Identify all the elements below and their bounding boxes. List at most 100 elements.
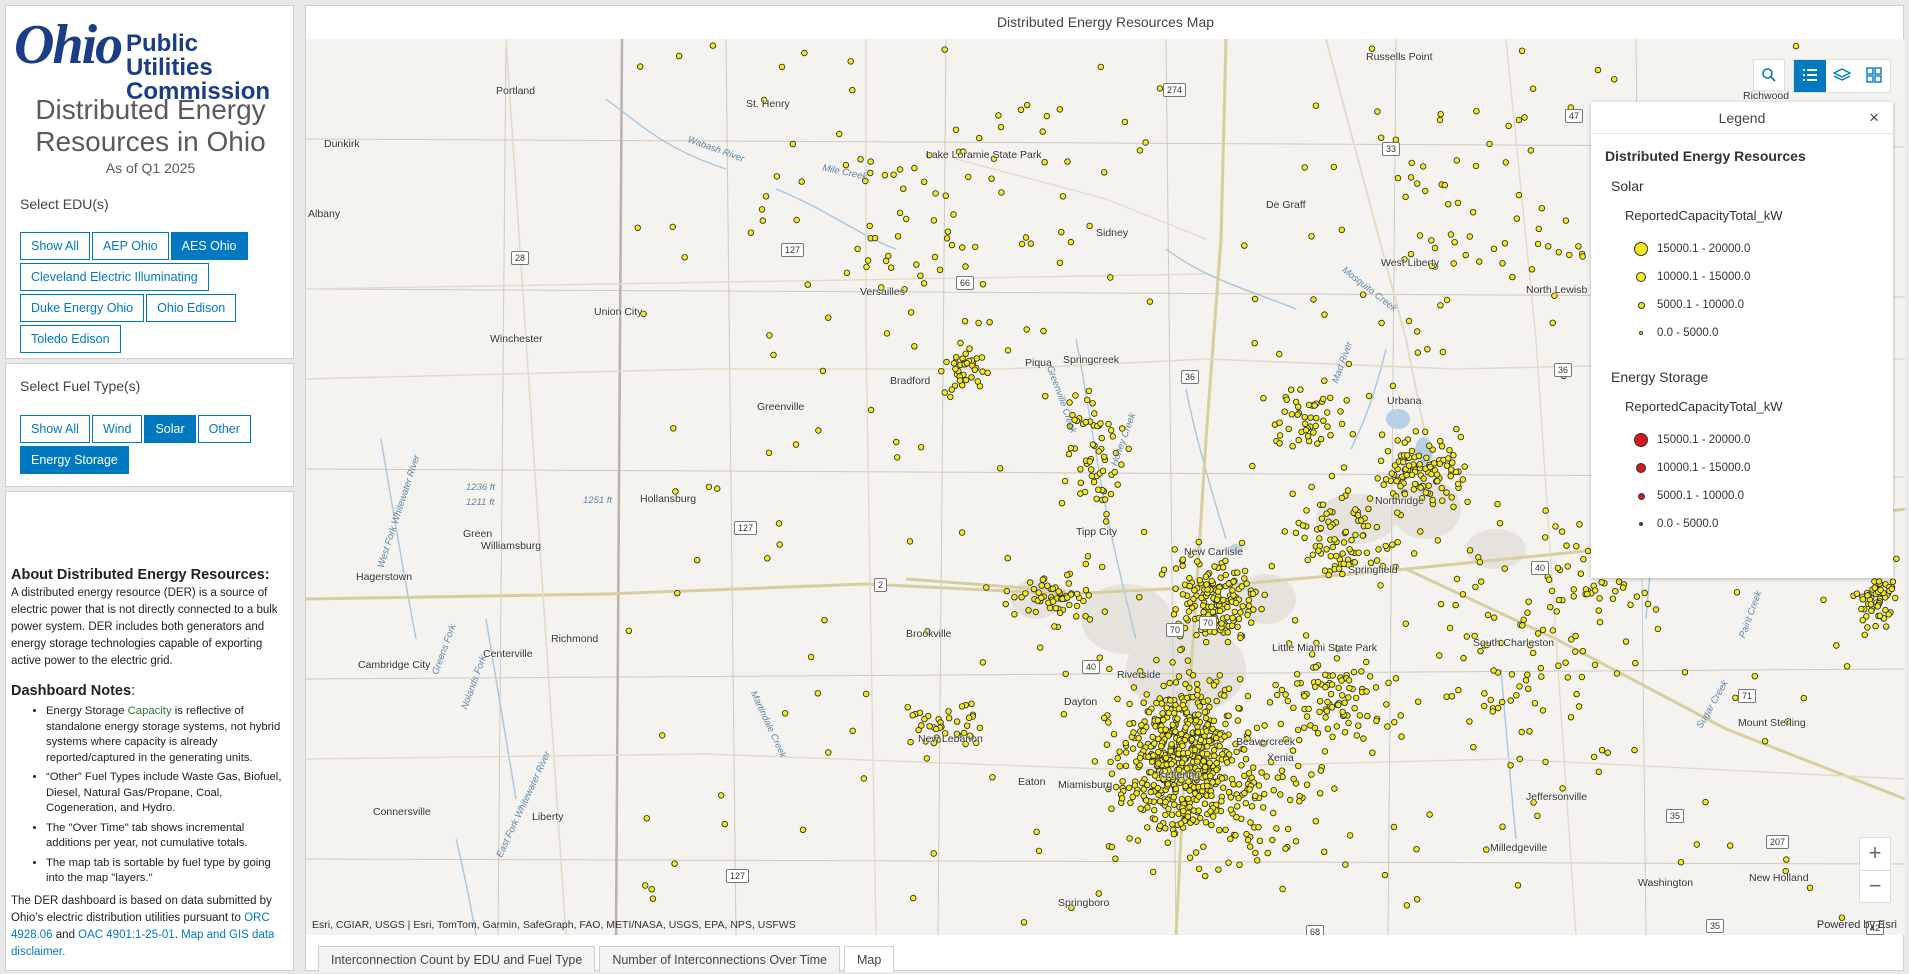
- layers-icon[interactable]: [1826, 60, 1858, 92]
- der-point: [1195, 807, 1202, 814]
- tab-map[interactable]: Map: [844, 946, 895, 972]
- der-point: [1242, 756, 1250, 763]
- der-point: [881, 171, 889, 179]
- der-point: [1403, 902, 1411, 909]
- der-point: [1210, 682, 1218, 689]
- der-point: [1121, 118, 1129, 126]
- der-point: [1380, 481, 1387, 488]
- der-point: [1308, 483, 1315, 491]
- der-point: [936, 266, 944, 273]
- place-label: New Lebanon: [918, 733, 983, 745]
- der-point: [1218, 620, 1225, 627]
- route-shield: 70: [1166, 623, 1185, 637]
- fuel-button-wind[interactable]: Wind: [91, 415, 143, 443]
- der-point: [1324, 698, 1331, 706]
- der-point: [1304, 433, 1312, 440]
- map-view[interactable]: Russells Point Portland St. Henry Richwood D…: [306, 39, 1905, 935]
- der-point: [1393, 477, 1400, 485]
- edu-button-aes-ohio[interactable]: AES Ohio: [170, 232, 248, 260]
- legend-list-icon[interactable]: [1794, 60, 1826, 92]
- der-point: [1023, 326, 1030, 333]
- edu-button-cleveland-electric-illuminating[interactable]: Cleveland Electric Illuminating: [20, 263, 209, 291]
- der-point: [1233, 814, 1240, 821]
- der-point: [1417, 528, 1424, 535]
- der-point: [1529, 85, 1537, 92]
- der-point: [1003, 587, 1010, 595]
- der-point: [1317, 790, 1324, 797]
- fuel-button-other[interactable]: Other: [197, 415, 251, 443]
- der-point: [1417, 484, 1424, 491]
- der-point: [1761, 738, 1769, 745]
- der-point: [1861, 631, 1868, 638]
- der-point: [1584, 590, 1591, 598]
- der-point: [1064, 158, 1071, 165]
- der-point: [1783, 856, 1790, 863]
- der-point: [1302, 420, 1309, 427]
- der-point: [1201, 800, 1209, 807]
- der-point: [1162, 754, 1170, 762]
- der-point: [1254, 857, 1261, 864]
- search-icon[interactable]: [1753, 59, 1785, 91]
- place-label: Union City: [594, 306, 643, 318]
- der-point: [1372, 684, 1380, 691]
- der-point: [1202, 764, 1209, 771]
- der-point: [1301, 164, 1308, 171]
- der-point: [1553, 608, 1560, 615]
- der-point: [1061, 477, 1069, 485]
- der-point: [1211, 746, 1218, 754]
- der-point: [1241, 242, 1248, 249]
- der-point: [1244, 611, 1251, 619]
- der-point: [1278, 767, 1286, 774]
- zoom-out-icon[interactable]: −: [1860, 870, 1890, 902]
- der-point: [1317, 524, 1324, 532]
- der-point: [896, 209, 904, 216]
- der-point: [1056, 106, 1063, 113]
- tab-number-of-interconnections-over-time[interactable]: Number of Interconnections Over Time: [599, 946, 840, 972]
- der-point: [1206, 759, 1213, 766]
- der-point: [1632, 659, 1639, 667]
- der-point: [1238, 762, 1245, 769]
- der-point: [1408, 447, 1416, 455]
- der-point: [1322, 671, 1329, 678]
- der-point: [1891, 594, 1899, 602]
- note-item: Energy Storage Capacity is reflective of…: [46, 704, 291, 766]
- fuel-button-energy-storage[interactable]: Energy Storage: [20, 446, 129, 474]
- der-point: [1450, 503, 1457, 510]
- zoom-in-icon[interactable]: +: [1860, 838, 1890, 870]
- der-point: [1253, 724, 1261, 732]
- der-point: [1177, 646, 1184, 654]
- der-point: [1051, 623, 1058, 630]
- edu-button-show-all[interactable]: Show All: [20, 232, 90, 260]
- legend-symbol-dot: [1634, 433, 1648, 447]
- der-point: [1437, 110, 1444, 118]
- der-point: [1384, 723, 1391, 730]
- der-point: [1077, 479, 1084, 486]
- der-point: [1107, 274, 1114, 281]
- place-label: West Liberty: [1381, 257, 1440, 269]
- edu-button-ohio-edison[interactable]: Ohio Edison: [146, 294, 237, 322]
- der-point: [1276, 440, 1283, 447]
- zoom-control: + −: [1859, 837, 1891, 903]
- der-point: [1483, 846, 1490, 853]
- edu-button-duke-energy-ohio[interactable]: Duke Energy Ohio: [20, 294, 145, 322]
- der-point: [1033, 828, 1040, 835]
- oac-link[interactable]: OAC 4901:1-25-01: [78, 929, 175, 941]
- fuel-button-show-all[interactable]: Show All: [20, 415, 90, 443]
- der-point: [659, 732, 666, 739]
- edu-button-aep-ohio[interactable]: AEP Ohio: [91, 232, 169, 260]
- close-icon[interactable]: ×: [1869, 102, 1879, 134]
- legend-body: Distributed Energy Resources Solar Report…: [1591, 134, 1893, 552]
- fuel-button-solar[interactable]: Solar: [144, 415, 196, 443]
- der-point: [1633, 593, 1641, 600]
- der-point: [911, 343, 918, 350]
- der-point: [1518, 47, 1526, 54]
- der-point: [1144, 824, 1151, 831]
- der-point: [1509, 273, 1516, 281]
- der-point: [1247, 819, 1254, 826]
- tab-interconnection-count-by-edu-and-fuel-type[interactable]: Interconnection Count by EDU and Fuel Ty…: [318, 946, 596, 972]
- der-point: [1209, 608, 1217, 616]
- basemap-gallery-icon[interactable]: [1858, 60, 1890, 92]
- der-point: [1325, 571, 1332, 579]
- der-point: [1126, 784, 1133, 791]
- edu-button-toledo-edison[interactable]: Toledo Edison: [20, 325, 121, 353]
